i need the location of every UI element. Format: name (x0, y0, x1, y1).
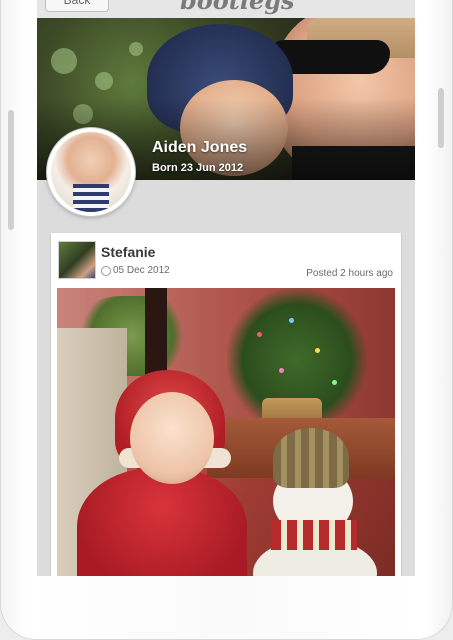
post-photo[interactable] (57, 288, 395, 576)
post-relative-time: Posted 2 hours ago (306, 268, 393, 279)
profile-name: Aiden Jones (152, 139, 248, 156)
app-screen: Back bootlegs Aiden Jones Born 23 Jun 20… (37, 0, 415, 576)
profile-birth-date: Born 23 Jun 2012 (152, 162, 244, 174)
tree-light (279, 368, 284, 373)
photo-snowman-scarf (271, 520, 357, 550)
tree-light (289, 318, 294, 323)
photo-lamp (145, 288, 167, 378)
tree-light (332, 380, 337, 385)
tree-light (315, 348, 320, 353)
avatar-image (51, 132, 131, 212)
bokeh-light (129, 42, 143, 56)
phone-side-button (8, 110, 14, 230)
avatar-striped-shirt (73, 184, 109, 212)
top-bar: Back bootlegs (37, 0, 415, 18)
profile-avatar[interactable] (47, 128, 135, 216)
clock-icon (101, 266, 111, 276)
post-author-avatar[interactable] (58, 241, 96, 279)
photo-snowman-hat (273, 428, 349, 488)
tree-light (257, 332, 262, 337)
bokeh-light (95, 72, 113, 90)
back-button[interactable]: Back (45, 0, 109, 12)
bokeh-light (51, 48, 77, 74)
photo-baby-face (130, 392, 214, 484)
phone-power-button (438, 88, 444, 148)
post-date: 05 Dec 2012 (113, 265, 170, 276)
photo-baby-suit (77, 468, 247, 576)
post-author-name[interactable]: Stefanie (101, 244, 155, 260)
app-logo: bootlegs (180, 0, 295, 15)
post-card: Stefanie 05 Dec 2012 Posted 2 hours ago (51, 233, 401, 576)
